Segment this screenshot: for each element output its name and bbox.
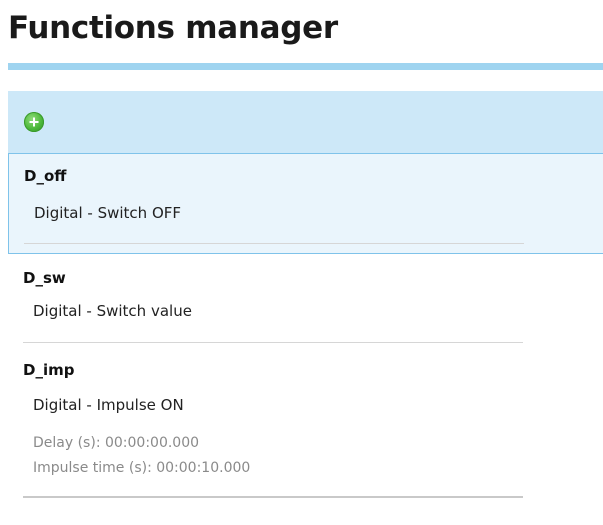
function-param-impulse-time: Impulse time (s): 00:00:10.000 <box>33 460 251 476</box>
function-name: D_sw <box>23 269 66 287</box>
item-divider <box>23 342 523 343</box>
functions-manager-page: Functions manager D_off Digital - Switch… <box>0 0 603 525</box>
page-title: Functions manager <box>8 10 338 46</box>
item-divider <box>23 496 523 498</box>
function-item-d-sw[interactable]: D_sw Digital - Switch value <box>8 254 603 349</box>
add-circle-icon <box>29 117 39 127</box>
function-name: D_off <box>24 167 67 185</box>
function-type: Digital - Switch OFF <box>34 204 182 222</box>
functions-list: D_off Digital - Switch OFF D_sw Digital … <box>8 153 603 509</box>
function-param-delay: Delay (s): 00:00:00.000 <box>33 435 200 451</box>
function-item-d-imp[interactable]: D_imp Digital - Impulse ON Delay (s): 00… <box>8 349 603 509</box>
function-type: Digital - Impulse ON <box>33 396 184 414</box>
add-function-button[interactable] <box>24 112 44 132</box>
function-item-d-off[interactable]: D_off Digital - Switch OFF <box>8 153 603 254</box>
title-underline <box>8 63 603 70</box>
item-divider <box>24 243 524 244</box>
function-type: Digital - Switch value <box>33 302 192 320</box>
function-name: D_imp <box>23 361 75 379</box>
functions-toolbar <box>8 91 603 153</box>
